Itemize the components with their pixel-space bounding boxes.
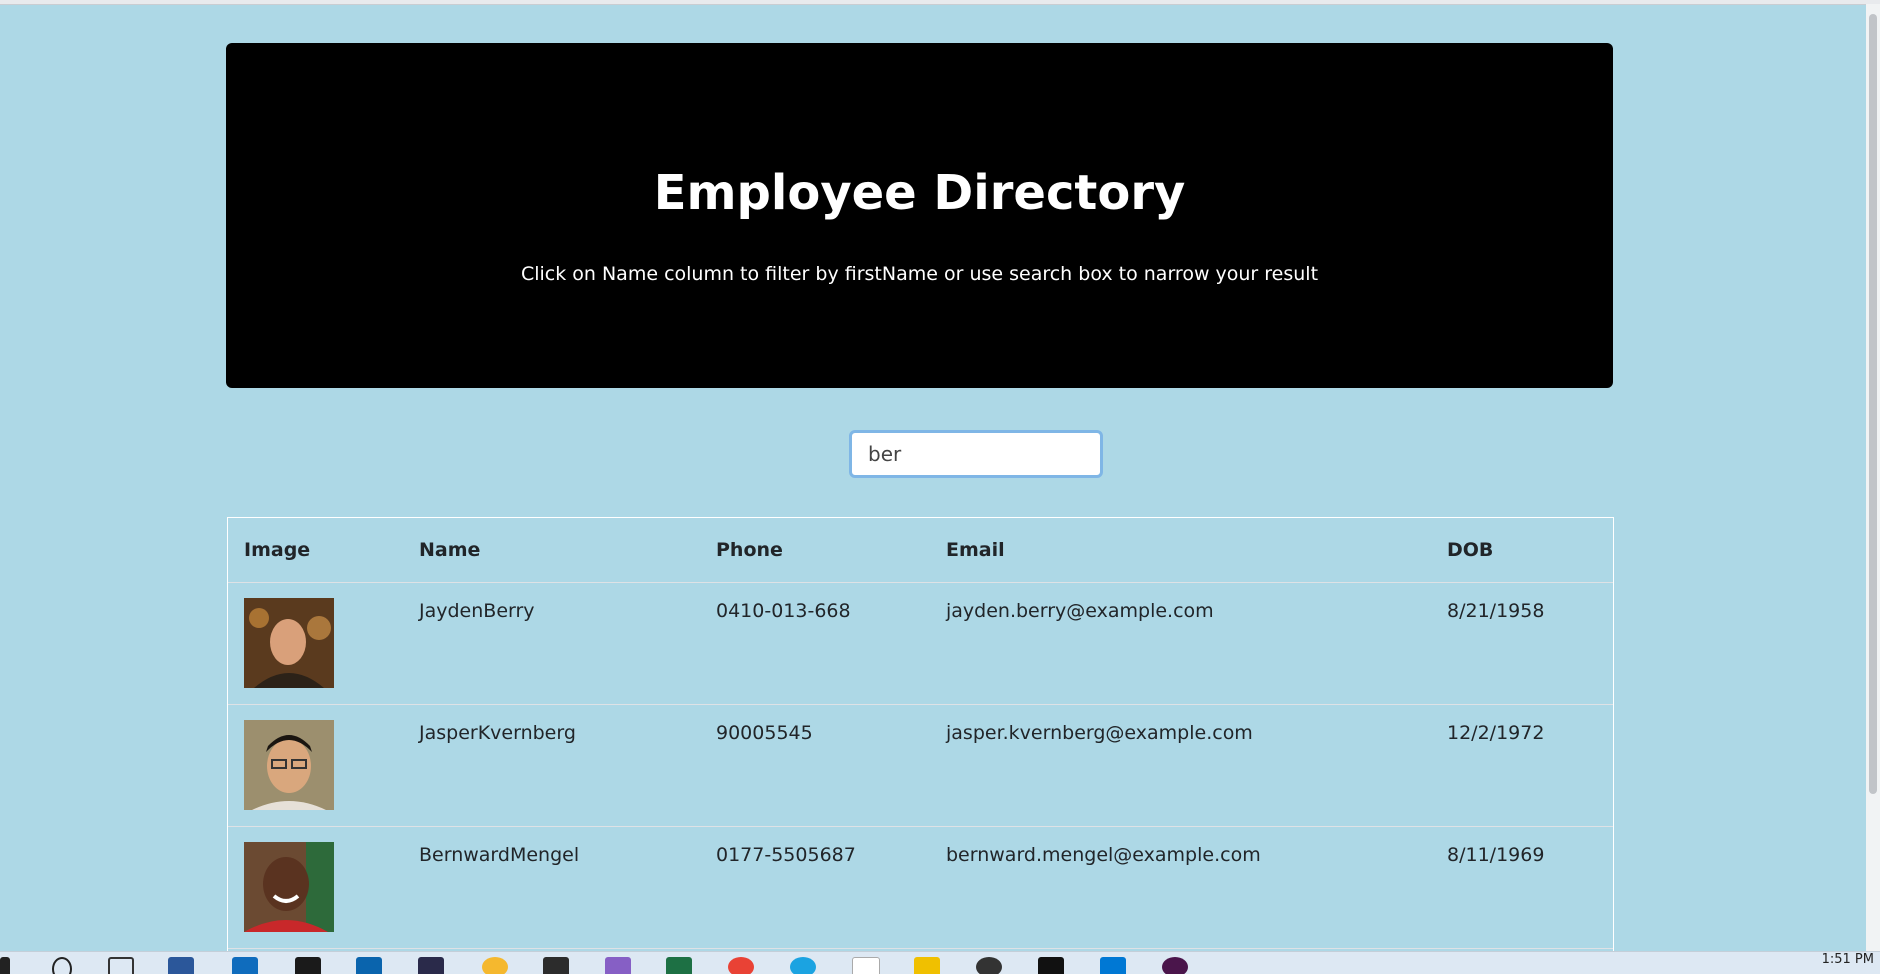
edge-icon[interactable] — [790, 957, 816, 974]
mail-icon[interactable] — [232, 957, 258, 974]
phone-cell: 0410-013-668 — [700, 582, 930, 705]
header-banner: Employee Directory Click on Name column … — [226, 43, 1613, 388]
page-content: Employee Directory Click on Name column … — [0, 4, 1866, 951]
name-cell: BernwardMengel — [403, 826, 700, 949]
chrome-icon[interactable] — [728, 957, 754, 974]
scrollbar-thumb[interactable] — [1869, 14, 1877, 794]
column-header-email: Email — [930, 518, 1431, 583]
windows-start-icon[interactable] — [0, 957, 10, 974]
image-cell — [228, 582, 403, 705]
table-row: JasperKvernberg 90005545 jasper.kvernber… — [228, 704, 1613, 827]
amazon-icon[interactable] — [852, 957, 880, 974]
taskbar-clock[interactable]: 1:51 PM — [1822, 952, 1874, 967]
column-header-dob: DOB — [1431, 518, 1613, 583]
word-icon[interactable] — [168, 957, 194, 974]
search-icon[interactable] — [52, 957, 72, 974]
column-header-image: Image — [228, 518, 403, 583]
excel-icon[interactable] — [666, 957, 692, 974]
task-view-icon[interactable] — [108, 957, 134, 974]
email-cell: bernward.mengel@example.com — [930, 826, 1431, 949]
dropbox-icon[interactable] — [295, 957, 321, 974]
code-editor-icon[interactable] — [418, 957, 444, 974]
column-header-name[interactable]: Name — [403, 518, 700, 583]
obs-icon[interactable] — [976, 957, 1002, 974]
outlook-icon[interactable] — [356, 957, 382, 974]
vertical-scrollbar[interactable] — [1866, 4, 1880, 951]
employee-table-container: Image Name Phone Email DOB JaydenBerry 0… — [227, 517, 1614, 951]
employee-avatar — [244, 842, 334, 932]
email-cell: jasper.kvernberg@example.com — [930, 704, 1431, 827]
toolbox-icon[interactable] — [543, 957, 569, 974]
slack-icon[interactable] — [1162, 957, 1188, 974]
vscode-icon[interactable] — [1100, 957, 1126, 974]
visual-studio-icon[interactable] — [605, 957, 631, 974]
table-row: JaydenBerry 0410-013-668 jayden.berry@ex… — [228, 582, 1613, 705]
employee-avatar — [244, 720, 334, 810]
page-subtitle: Click on Name column to filter by firstN… — [520, 263, 1319, 285]
dob-cell: 8/11/1969 — [1431, 826, 1613, 949]
phone-cell: 90005545 — [700, 704, 930, 827]
table-header-row: Image Name Phone Email DOB — [228, 518, 1613, 583]
table-row: BernwardMengel 0177-5505687 bernward.men… — [228, 826, 1613, 949]
dob-cell: 12/2/1972 — [1431, 704, 1613, 827]
search-container — [849, 430, 1103, 478]
terminal-icon[interactable] — [1038, 957, 1064, 974]
column-header-phone: Phone — [700, 518, 930, 583]
phone-cell: 0177-5505687 — [700, 826, 930, 949]
image-cell — [228, 826, 403, 949]
dob-cell: 8/21/1958 — [1431, 582, 1613, 705]
windows-taskbar: 1:51 PM — [0, 951, 1880, 974]
image-cell — [228, 704, 403, 827]
page-title: Employee Directory — [653, 165, 1186, 221]
employee-avatar — [244, 598, 334, 688]
search-input[interactable] — [849, 430, 1103, 478]
file-explorer-icon[interactable] — [914, 957, 940, 974]
name-cell: JaydenBerry — [403, 582, 700, 705]
employee-table: Image Name Phone Email DOB JaydenBerry 0… — [228, 518, 1613, 949]
internet-explorer-icon[interactable] — [482, 957, 508, 974]
name-cell: JasperKvernberg — [403, 704, 700, 827]
email-cell: jayden.berry@example.com — [930, 582, 1431, 705]
